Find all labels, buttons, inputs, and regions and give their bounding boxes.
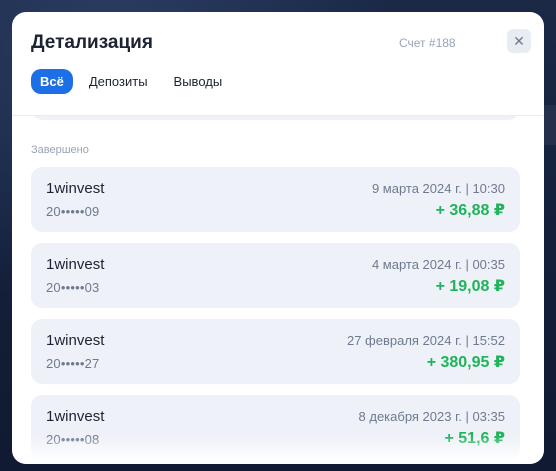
modal-title: Детализация	[31, 32, 153, 53]
transaction-amount: + 380,95 ₽	[426, 354, 505, 371]
transaction-name: 1winvest	[46, 332, 105, 349]
tab-deposits[interactable]: Депозиты	[79, 69, 158, 94]
details-modal: Детализация Счет #188 ✕ Всё Депозиты Выв…	[12, 12, 544, 464]
transaction-date: 9 марта 2024 г. | 10:30	[371, 181, 505, 196]
tab-all[interactable]: Всё	[31, 69, 73, 94]
transactions-list[interactable]: Завершено 1winvest 20•••••09 9 марта 202…	[12, 116, 544, 464]
account-number: Счет #188	[399, 36, 456, 50]
close-button[interactable]: ✕	[507, 29, 531, 53]
scroll-indicator	[542, 105, 556, 145]
transaction-card[interactable]: 1winvest 20•••••27 27 февраля 2024 г. | …	[31, 319, 520, 384]
transaction-amount: + 19,08 ₽	[435, 278, 505, 295]
list-item	[31, 116, 520, 120]
transaction-date: 27 февраля 2024 г. | 15:52	[346, 333, 505, 348]
transaction-account: 20•••••27	[46, 356, 100, 371]
transaction-account: 20•••••09	[46, 204, 100, 219]
transaction-name: 1winvest	[46, 256, 105, 273]
close-icon: ✕	[513, 32, 525, 49]
transaction-name: 1winvest	[46, 408, 105, 425]
transaction-date: 8 декабря 2023 г. | 03:35	[358, 409, 505, 424]
transaction-name: 1winvest	[46, 180, 105, 197]
transaction-card[interactable]: 1winvest 20•••••03 4 марта 2024 г. | 00:…	[31, 243, 520, 308]
transaction-account: 20•••••03	[46, 280, 100, 295]
tab-withdrawals[interactable]: Выводы	[164, 69, 233, 94]
transaction-card[interactable]: 1winvest 20•••••09 9 марта 2024 г. | 10:…	[31, 167, 520, 232]
transaction-date: 4 марта 2024 г. | 00:35	[371, 257, 505, 272]
modal-header: Детализация Счет #188 ✕ Всё Депозиты Выв…	[12, 12, 544, 116]
transaction-amount: + 36,88 ₽	[435, 202, 505, 219]
filter-tabs: Всё Депозиты Выводы	[31, 69, 238, 94]
list-fade	[12, 436, 544, 464]
section-label-completed: Завершено	[31, 144, 89, 156]
